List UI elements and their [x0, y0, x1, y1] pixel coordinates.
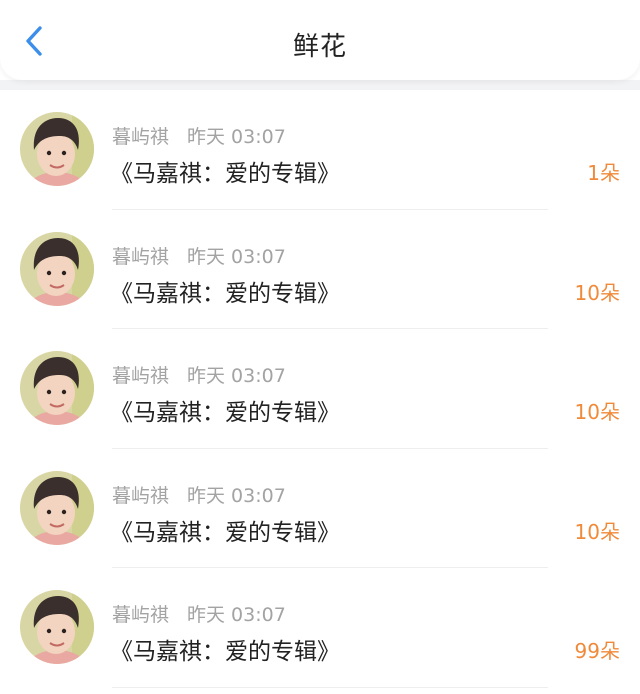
avatar [20, 470, 94, 545]
flower-count: 99朵 [574, 639, 620, 663]
username: 暮屿祺 [112, 604, 170, 626]
flower-record-item[interactable]: 暮屿祺 昨天 03:07 《马嘉祺：爱的专辑》 99朵 [0, 568, 640, 688]
avatar [20, 351, 94, 425]
flower-count: 1朵 [587, 161, 620, 185]
username: 暮屿祺 [112, 245, 170, 268]
timestamp: 昨天 03:07 [187, 365, 286, 387]
meta-line: 暮屿祺 昨天 03:07 [112, 242, 286, 269]
flower-count: 10朵 [574, 400, 620, 424]
avatar [20, 112, 94, 186]
flower-count: 10朵 [574, 280, 620, 305]
username: 暮屿祺 [112, 484, 170, 507]
meta-line: 暮屿祺 昨天 03:07 [112, 122, 286, 149]
avatar [20, 231, 94, 306]
timestamp: 昨天 03:07 [187, 126, 286, 148]
username: 暮屿祺 [112, 365, 170, 387]
page-title: 鲜花 [292, 32, 347, 62]
flower-count: 10朵 [574, 519, 620, 544]
album-title: 《马嘉祺：爱的专辑》 [110, 161, 340, 187]
header-bar: 鲜花 [0, 0, 640, 80]
flower-list: 暮屿祺 昨天 03:07 《马嘉祺：爱的专辑》 1朵 暮屿祺 昨天 03:07 … [0, 90, 640, 688]
flower-record-item[interactable]: 暮屿祺 昨天 03:07 《马嘉祺：爱的专辑》 1朵 [0, 90, 640, 210]
album-title: 《马嘉祺：爱的专辑》 [110, 280, 340, 307]
flowers-page: 鲜花 暮屿祺 昨天 03:07 《马嘉祺：爱的专辑》 1朵 暮屿祺 昨天 03:… [0, 0, 640, 694]
meta-line: 暮屿祺 昨天 03:07 [112, 481, 286, 508]
avatar [20, 590, 94, 664]
divider [112, 686, 548, 688]
timestamp: 昨天 03:07 [187, 245, 286, 268]
meta-line: 暮屿祺 昨天 03:07 [112, 361, 286, 388]
username: 暮屿祺 [112, 126, 170, 148]
timestamp: 昨天 03:07 [187, 604, 286, 626]
timestamp: 昨天 03:07 [187, 484, 286, 507]
meta-line: 暮屿祺 昨天 03:07 [112, 600, 286, 627]
album-title: 《马嘉祺：爱的专辑》 [110, 519, 340, 546]
flower-record-item[interactable]: 暮屿祺 昨天 03:07 《马嘉祺：爱的专辑》 10朵 [0, 449, 640, 568]
album-title: 《马嘉祺：爱的专辑》 [110, 400, 340, 426]
flower-record-item[interactable]: 暮屿祺 昨天 03:07 《马嘉祺：爱的专辑》 10朵 [0, 329, 640, 449]
header-gap [0, 80, 640, 90]
flower-record-item[interactable]: 暮屿祺 昨天 03:07 《马嘉祺：爱的专辑》 10朵 [0, 210, 640, 329]
album-title: 《马嘉祺：爱的专辑》 [110, 639, 340, 665]
